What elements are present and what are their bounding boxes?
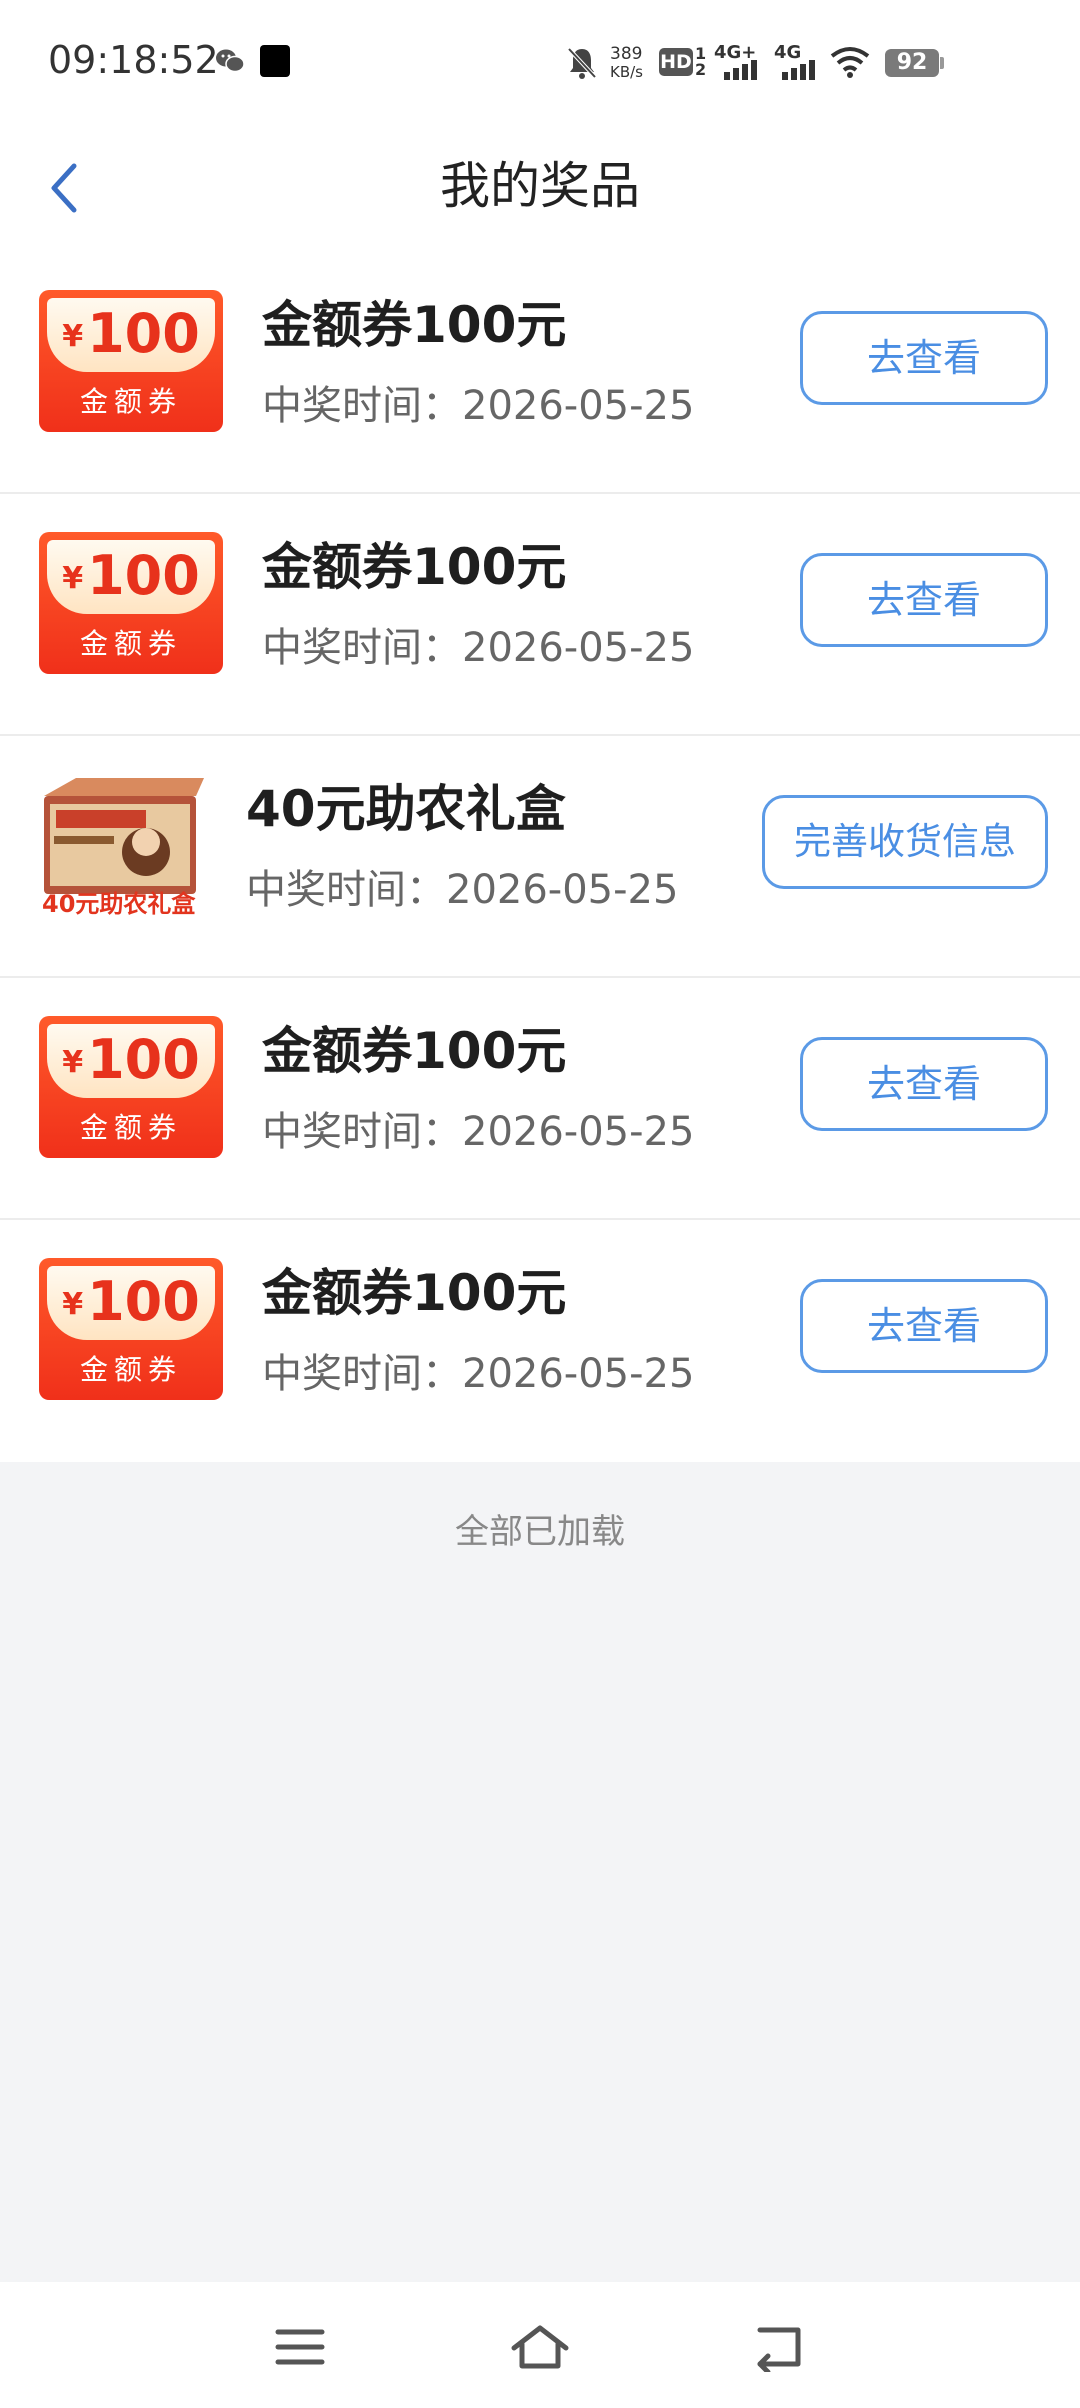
view-button[interactable]: 去查看 bbox=[800, 311, 1048, 405]
prize-name: 金额券100元 bbox=[262, 538, 567, 596]
signal1-bars-icon bbox=[724, 60, 757, 80]
coupon-currency: ¥ bbox=[62, 319, 84, 354]
home-icon[interactable] bbox=[510, 2322, 570, 2372]
coupon-label: 金额券 bbox=[79, 627, 182, 660]
view-button[interactable]: 去查看 bbox=[800, 553, 1048, 647]
prize-date: 中奖时间：2026-05-25 bbox=[262, 383, 695, 429]
back-icon[interactable] bbox=[750, 2322, 810, 2372]
menu-icon[interactable] bbox=[270, 2322, 330, 2372]
coupon-value: 100 bbox=[87, 1270, 200, 1333]
list-item: ¥100 金额券 金额券100元 中奖时间：2026-05-25 去查看 bbox=[0, 1220, 1080, 1462]
coupon-amount: ¥100 bbox=[39, 1030, 223, 1093]
coupon-amount: ¥100 bbox=[39, 546, 223, 609]
coupon-image: ¥100 金额券 bbox=[39, 1016, 223, 1158]
mute-bell-icon bbox=[567, 47, 597, 79]
view-button[interactable]: 去查看 bbox=[800, 1037, 1048, 1131]
hd-label: HD bbox=[660, 51, 692, 73]
net-speed-value: 389 bbox=[610, 44, 643, 64]
coupon-label: 金额券 bbox=[79, 1353, 182, 1386]
list-item: 40元助农礼盒 40元助农礼盒 中奖时间：2026-05-25 完善收货信息 bbox=[0, 736, 1080, 978]
coupon-amount: ¥100 bbox=[39, 304, 223, 367]
prize-name: 金额券100元 bbox=[262, 1264, 567, 1322]
prize-name: 金额券100元 bbox=[262, 296, 567, 354]
coupon-currency: ¥ bbox=[62, 561, 84, 596]
header: 我的奖品 bbox=[0, 126, 1080, 252]
list-item: ¥100 金额券 金额券100元 中奖时间：2026-05-25 去查看 bbox=[0, 494, 1080, 736]
prize-name: 金额券100元 bbox=[262, 1022, 567, 1080]
battery-level: 92 bbox=[896, 50, 928, 75]
coupon-label: 金额券 bbox=[79, 1111, 182, 1144]
coupon-value: 100 bbox=[87, 1028, 200, 1091]
all-loaded-note: 全部已加载 bbox=[455, 1512, 625, 1552]
coupon-amount: ¥100 bbox=[39, 1272, 223, 1335]
coupon-image: ¥100 金额券 bbox=[39, 290, 223, 432]
view-button[interactable]: 去查看 bbox=[800, 1279, 1048, 1373]
coupon-currency: ¥ bbox=[62, 1287, 84, 1322]
complete-shipping-info-button[interactable]: 完善收货信息 bbox=[762, 795, 1048, 889]
coupon-image: ¥100 金额券 bbox=[39, 532, 223, 674]
prize-date: 中奖时间：2026-05-25 bbox=[262, 625, 695, 671]
hd-sub-bottom: 2 bbox=[695, 60, 707, 79]
wifi-icon bbox=[830, 47, 870, 78]
prize-date: 中奖时间：2026-05-25 bbox=[246, 867, 679, 913]
status-time: 09:18:52 bbox=[48, 38, 219, 82]
page-title: 我的奖品 bbox=[440, 157, 640, 215]
prize-list: ¥100 金额券 金额券100元 中奖时间：2026-05-25 去查看 ¥10… bbox=[0, 252, 1080, 1462]
app-icon bbox=[260, 45, 290, 77]
prize-date: 中奖时间：2026-05-25 bbox=[262, 1351, 695, 1397]
prize-date: 中奖时间：2026-05-25 bbox=[262, 1109, 695, 1155]
status-bar: 09:18:52 389 KB/s HD 1 2 4G+ 4G 92 bbox=[0, 0, 1080, 126]
giftbox-caption: 40元助农礼盒 bbox=[42, 890, 196, 918]
system-nav-bar bbox=[0, 2282, 1080, 2408]
battery-tip bbox=[940, 57, 944, 69]
list-item: ¥100 金额券 金额券100元 中奖时间：2026-05-25 去查看 bbox=[0, 252, 1080, 494]
signal2-bars-icon bbox=[782, 60, 815, 80]
list-item: ¥100 金额券 金额券100元 中奖时间：2026-05-25 去查看 bbox=[0, 978, 1080, 1220]
coupon-label: 金额券 bbox=[79, 385, 182, 418]
wechat-icon bbox=[216, 49, 245, 73]
coupon-value: 100 bbox=[87, 302, 200, 365]
coupon-value: 100 bbox=[87, 544, 200, 607]
coupon-image: ¥100 金额券 bbox=[39, 1258, 223, 1400]
coupon-currency: ¥ bbox=[62, 1045, 84, 1080]
hd-badge: HD bbox=[659, 48, 693, 76]
prize-name: 40元助农礼盒 bbox=[246, 780, 566, 838]
net-speed-unit: KB/s bbox=[610, 63, 643, 81]
battery-icon: 92 bbox=[885, 49, 939, 77]
